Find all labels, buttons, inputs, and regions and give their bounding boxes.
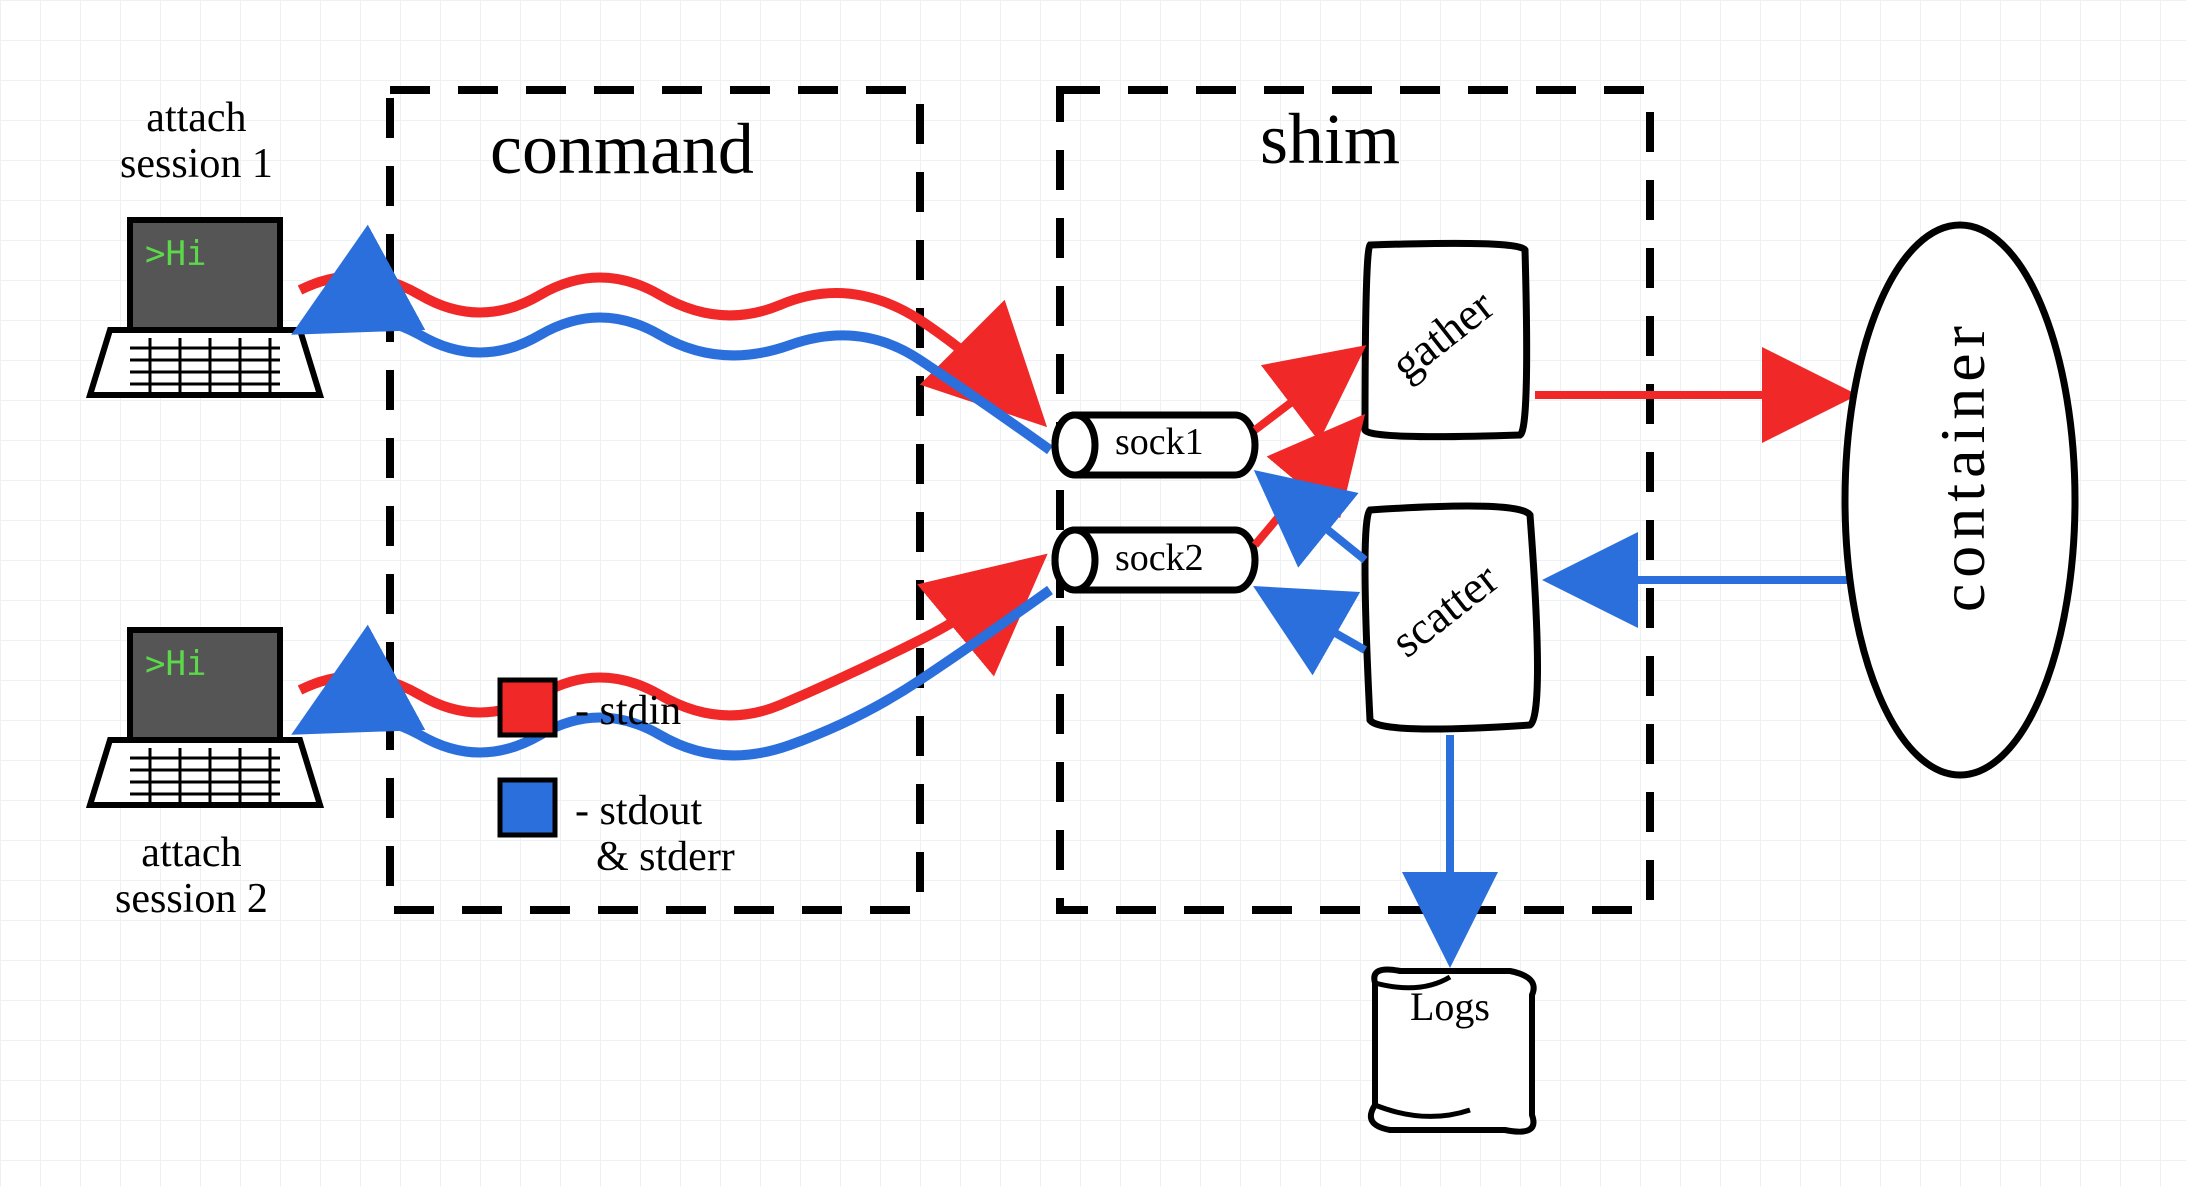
legend-swatch-stdin: [500, 680, 555, 735]
shim-title: shim: [1260, 100, 1400, 179]
conmand-box: [390, 90, 920, 910]
laptop-prompt: >Hi: [145, 234, 206, 274]
laptop-icon: >Hi: [90, 220, 320, 395]
sock2-label: sock2: [1115, 538, 1204, 580]
stdout-flow: [1260, 590, 1365, 650]
conmand-title: conmand: [490, 110, 754, 189]
stdin-flow: [1255, 350, 1360, 430]
shim-box: [1060, 90, 1650, 910]
sock1-label: sock1: [1115, 422, 1204, 464]
laptop-icon: >Hi: [90, 630, 320, 805]
session-2-label: attach session 2: [115, 830, 268, 922]
legend-stdout-label: - stdout & stderr: [575, 788, 735, 880]
legend-stdin-label: - stdin: [575, 688, 681, 734]
laptop-prompt: >Hi: [145, 644, 206, 684]
logs-label: Logs: [1410, 985, 1490, 1029]
container-label: container: [1928, 320, 1998, 612]
stdin-flow: [300, 276, 1040, 420]
diagram-canvas: >Hi >Hi: [0, 0, 2186, 1186]
session-1-label: attach session 1: [120, 95, 273, 187]
legend-swatch-stdout: [500, 780, 555, 835]
